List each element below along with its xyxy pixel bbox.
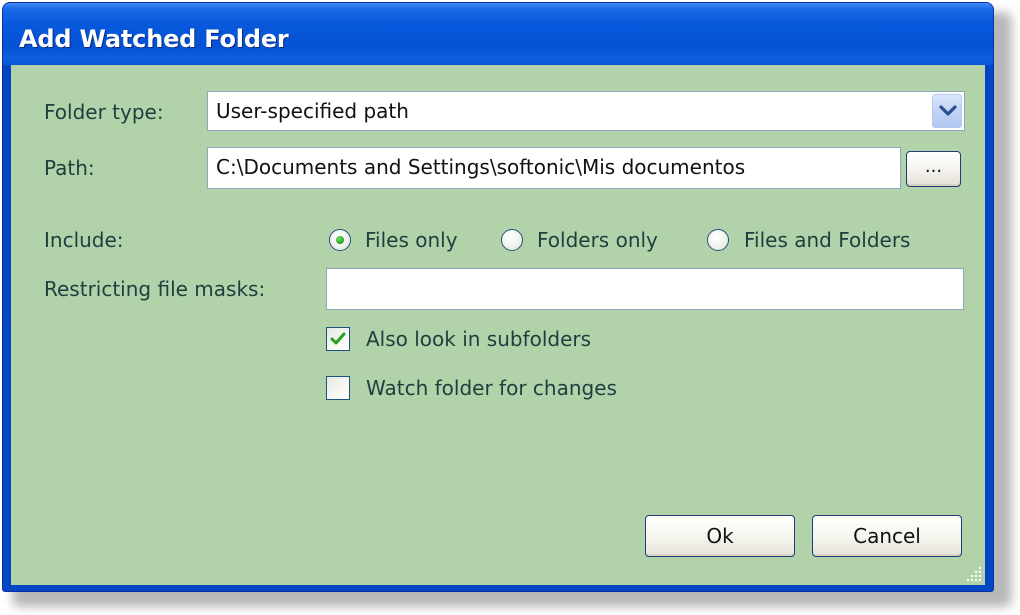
browse-button[interactable]: ... <box>906 151 961 187</box>
resize-grip-icon[interactable] <box>965 565 983 583</box>
cancel-button[interactable]: Cancel <box>812 515 962 557</box>
watch-changes-label[interactable]: Watch folder for changes <box>366 376 617 400</box>
radio-files-and-folders[interactable] <box>707 229 729 251</box>
radio-files-only-label[interactable]: Files only <box>365 228 458 252</box>
file-masks-input[interactable] <box>326 268 964 310</box>
check-icon <box>330 332 346 345</box>
radio-folders-only-label[interactable]: Folders only <box>537 228 658 252</box>
folder-type-dropdown[interactable]: User-specified path <box>207 91 965 131</box>
ok-button[interactable]: Ok <box>645 515 795 557</box>
include-label: Include: <box>44 228 124 252</box>
subfolders-checkbox[interactable] <box>326 327 350 351</box>
watch-changes-checkbox[interactable] <box>326 376 350 400</box>
dialog-window: Add Watched Folder Folder type: User-spe… <box>2 2 994 592</box>
dialog-body: Folder type: User-specified path Path: C… <box>11 65 985 585</box>
radio-files-and-folders-label[interactable]: Files and Folders <box>744 228 910 252</box>
radio-folders-only[interactable] <box>501 229 523 251</box>
path-value: C:\Documents and Settings\softonic\Mis d… <box>216 155 746 179</box>
file-masks-label: Restricting file masks: <box>44 277 266 301</box>
dropdown-button[interactable] <box>932 94 962 128</box>
radio-files-only[interactable] <box>329 229 351 251</box>
path-input[interactable]: C:\Documents and Settings\softonic\Mis d… <box>207 147 901 189</box>
path-label: Path: <box>44 156 95 180</box>
subfolders-label[interactable]: Also look in subfolders <box>366 327 591 351</box>
folder-type-label: Folder type: <box>44 100 164 124</box>
dialog-title: Add Watched Folder <box>19 25 289 53</box>
chevron-down-icon <box>939 105 957 116</box>
radio-selected-dot <box>336 236 344 244</box>
title-bar[interactable]: Add Watched Folder <box>3 3 993 65</box>
folder-type-value: User-specified path <box>216 99 409 123</box>
